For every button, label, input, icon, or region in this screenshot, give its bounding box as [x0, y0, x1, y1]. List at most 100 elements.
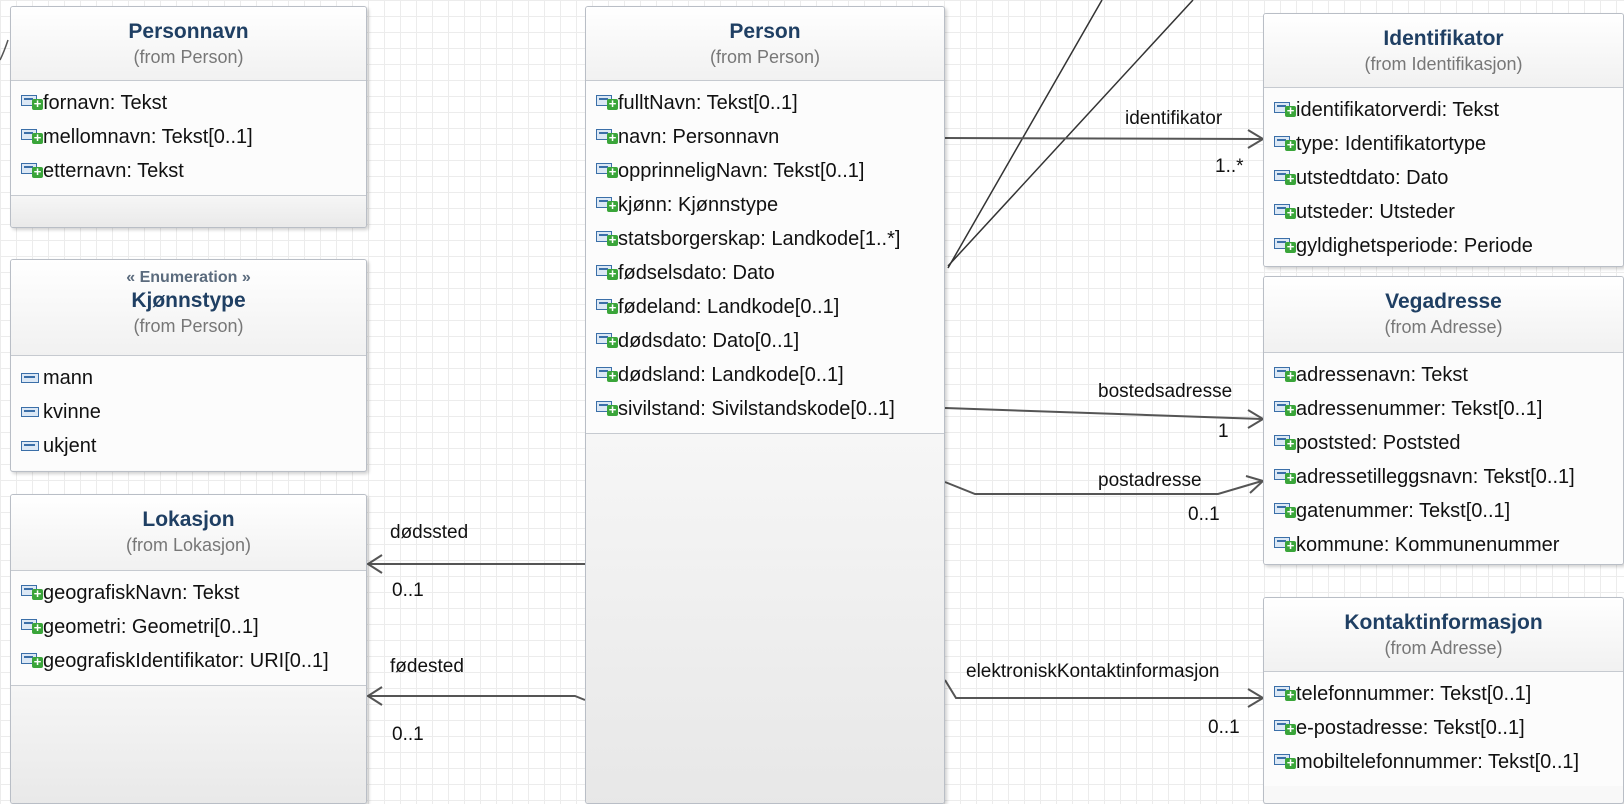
enum-literal-row[interactable]: mann: [11, 361, 366, 395]
class-header: Vegadresse (from Adresse): [1264, 277, 1623, 353]
operation-compartment: [11, 686, 366, 803]
attribute-text: type: Identifikatortype: [1296, 133, 1487, 155]
role-label-identifikator: identifikator: [1125, 108, 1223, 129]
attribute-icon: [1274, 435, 1296, 450]
enum-literal-icon: [21, 441, 39, 451]
attribute-row[interactable]: adressenummer: Tekst[0..1]: [1264, 392, 1623, 426]
literal-text: kvinne: [43, 401, 101, 423]
attribute-row[interactable]: kjønn: Kjønnstype: [586, 188, 944, 222]
attribute-text: telefonnummer: Tekst[0..1]: [1296, 683, 1532, 705]
role-label-fodested: fødested: [390, 656, 464, 677]
attribute-row[interactable]: e-postadresse: Tekst[0..1]: [1264, 711, 1623, 745]
attribute-text: identifikatorverdi: Tekst: [1296, 99, 1500, 121]
association-bostedsadresse[interactable]: bostedsadresse 1: [944, 381, 1265, 442]
attribute-icon: [1274, 537, 1296, 552]
attribute-row[interactable]: identifikatorverdi: Tekst: [1264, 93, 1623, 127]
attribute-text: kommune: Kommunenummer: [1296, 534, 1560, 556]
role-label-bostedsadresse: bostedsadresse: [1098, 381, 1232, 402]
attribute-compartment: identifikatorverdi: Tekst type: Identifi…: [1264, 88, 1623, 266]
attribute-compartment: fornavn: Tekst mellomnavn: Tekst[0..1] e…: [11, 81, 366, 196]
attribute-text: e-postadresse: Tekst[0..1]: [1296, 717, 1525, 739]
association-dodssted[interactable]: dødssted 0..1: [366, 522, 585, 601]
attribute-row[interactable]: statsborgerskap: Landkode[1..*]: [586, 222, 944, 256]
attribute-row[interactable]: type: Identifikatortype: [1264, 127, 1623, 161]
attribute-icon: [596, 95, 618, 110]
attribute-row[interactable]: fødeland: Landkode[0..1]: [586, 290, 944, 324]
class-package: (from Lokasjon): [125, 535, 252, 555]
attribute-icon: [596, 129, 618, 144]
attribute-icon: [596, 401, 618, 416]
attribute-text: poststed: Poststed: [1296, 432, 1461, 454]
class-package: (from Person): [709, 47, 821, 67]
attribute-row[interactable]: fornavn: Tekst: [11, 86, 366, 120]
attribute-text: utstedtdato: Dato: [1296, 167, 1449, 189]
enum-literal-icon: [21, 373, 39, 383]
multiplicity-bostedsadresse: 1: [1218, 421, 1229, 442]
attribute-row[interactable]: telefonnummer: Tekst[0..1]: [1264, 677, 1623, 711]
operation-compartment: [586, 434, 944, 803]
attribute-row[interactable]: geografiskNavn: Tekst: [11, 576, 366, 610]
attribute-icon: [596, 333, 618, 348]
attribute-row[interactable]: navn: Personnavn: [586, 120, 944, 154]
class-header: « Enumeration » Kjønnstype (from Person): [11, 260, 366, 356]
attribute-icon: [1274, 136, 1296, 151]
attribute-icon: [596, 367, 618, 382]
attribute-compartment: adressenavn: Tekst adressenummer: Tekst[…: [1264, 353, 1623, 564]
attribute-text: adressenavn: Tekst: [1296, 364, 1468, 386]
attribute-row[interactable]: utstedtdato: Dato: [1264, 161, 1623, 195]
attribute-row[interactable]: geografiskIdentifikator: URI[0..1]: [11, 644, 366, 678]
enum-literal-row[interactable]: kvinne: [11, 395, 366, 429]
attribute-icon: [1274, 686, 1296, 701]
association-fodested[interactable]: fødested 0..1: [366, 656, 586, 745]
association-elektronisk[interactable]: elektroniskKontaktinformasjon 0..1: [944, 661, 1265, 738]
attribute-icon: [21, 95, 43, 110]
attribute-text: mobiltelefonnummer: Tekst[0..1]: [1296, 751, 1580, 773]
attribute-row[interactable]: mellomnavn: Tekst[0..1]: [11, 120, 366, 154]
class-identifikator[interactable]: Identifikator (from Identifikasjon) iden…: [1263, 13, 1624, 267]
class-lokasjon[interactable]: Lokasjon (from Lokasjon) geografiskNavn:…: [10, 494, 367, 804]
attribute-row[interactable]: fulltNavn: Tekst[0..1]: [586, 86, 944, 120]
attribute-row[interactable]: gyldighetsperiode: Periode: [1264, 229, 1623, 263]
attribute-row[interactable]: fødselsdato: Dato: [586, 256, 944, 290]
class-header: Person (from Person): [586, 7, 944, 81]
attribute-row[interactable]: adressenavn: Tekst: [1264, 358, 1623, 392]
attribute-text: geometri: Geometri[0..1]: [43, 616, 259, 638]
multiplicity-identifikator: 1..*: [1215, 156, 1244, 177]
class-header: Kontaktinformasjon (from Adresse): [1264, 598, 1623, 672]
attribute-icon: [1274, 238, 1296, 253]
multiplicity-fodested: 0..1: [392, 724, 424, 745]
attribute-icon: [1274, 170, 1296, 185]
attribute-row[interactable]: utsteder: Utsteder: [1264, 195, 1623, 229]
attribute-text: adressetilleggsnavn: Tekst[0..1]: [1296, 466, 1575, 488]
attribute-row[interactable]: dødsland: Landkode[0..1]: [586, 358, 944, 392]
class-person[interactable]: Person (from Person) fulltNavn: Tekst[0.…: [585, 6, 945, 804]
class-kontaktinformasjon[interactable]: Kontaktinformasjon (from Adresse) telefo…: [1263, 597, 1624, 804]
attribute-icon: [596, 231, 618, 246]
class-package: (from Identifikasjon): [1364, 54, 1523, 74]
attribute-row[interactable]: adressetilleggsnavn: Tekst[0..1]: [1264, 460, 1623, 494]
class-kjonnstype[interactable]: « Enumeration » Kjønnstype (from Person)…: [10, 259, 367, 472]
association-postadresse[interactable]: postadresse 0..1: [944, 470, 1265, 525]
literal-text: mann: [43, 367, 94, 389]
attribute-row[interactable]: gatenummer: Tekst[0..1]: [1264, 494, 1623, 528]
class-name: Personnavn: [128, 20, 249, 43]
class-personnavn[interactable]: Personnavn (from Person) fornavn: Tekst …: [10, 6, 367, 228]
class-name: Kjønnstype: [131, 289, 246, 312]
class-name: Identifikator: [1383, 27, 1504, 50]
attribute-row[interactable]: kommune: Kommunenummer: [1264, 528, 1623, 562]
class-vegadresse[interactable]: Vegadresse (from Adresse) adressenavn: T…: [1263, 276, 1624, 565]
attribute-row[interactable]: dødsdato: Dato[0..1]: [586, 324, 944, 358]
attribute-icon: [596, 197, 618, 212]
attribute-row[interactable]: opprinneligNavn: Tekst[0..1]: [586, 154, 944, 188]
attribute-row[interactable]: poststed: Poststed: [1264, 426, 1623, 460]
association-identifikator[interactable]: identifikator 1..*: [944, 108, 1265, 177]
enum-literal-row[interactable]: ukjent: [11, 429, 366, 463]
attribute-text: opprinneligNavn: Tekst[0..1]: [618, 160, 865, 182]
attribute-text: utsteder: Utsteder: [1296, 201, 1455, 223]
attribute-row[interactable]: mobiltelefonnummer: Tekst[0..1]: [1264, 745, 1623, 779]
role-label-dodssted: dødssted: [390, 522, 468, 543]
multiplicity-dodssted: 0..1: [392, 580, 424, 601]
attribute-row[interactable]: geometri: Geometri[0..1]: [11, 610, 366, 644]
attribute-row[interactable]: etternavn: Tekst: [11, 154, 366, 188]
attribute-row[interactable]: sivilstand: Sivilstandskode[0..1]: [586, 392, 944, 426]
